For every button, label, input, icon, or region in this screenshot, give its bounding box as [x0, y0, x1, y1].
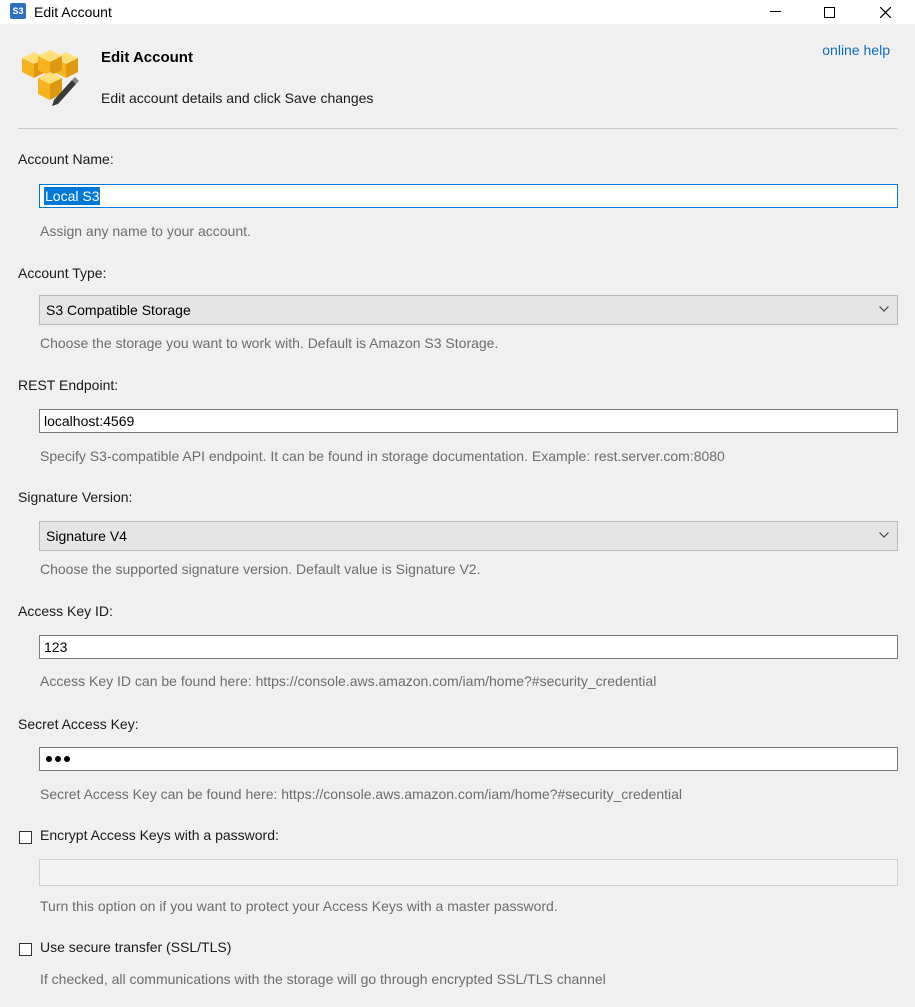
- rest-endpoint-input[interactable]: localhost:4569: [39, 409, 898, 433]
- account-name-value: Local S3: [44, 187, 101, 205]
- secret-key-input[interactable]: [39, 747, 898, 771]
- dialog-title: Edit Account: [101, 49, 193, 66]
- window-title: Edit Account: [34, 4, 112, 20]
- account-type-label: Account Type:: [18, 265, 107, 281]
- password-dot: [46, 756, 52, 762]
- close-icon: [879, 6, 891, 18]
- encrypt-hint: Turn this option on if you want to prote…: [40, 898, 558, 914]
- signature-version-label: Signature Version:: [18, 489, 133, 505]
- account-type-select[interactable]: S3 Compatible Storage: [39, 295, 898, 325]
- signature-version-select[interactable]: Signature V4: [39, 521, 898, 551]
- access-key-value: 123: [44, 639, 68, 655]
- secret-key-label: Secret Access Key:: [18, 716, 139, 732]
- account-type-value: S3 Compatible Storage: [46, 302, 191, 318]
- dialog-subtitle: Edit account details and click Save chan…: [101, 90, 374, 106]
- encrypt-label[interactable]: Encrypt Access Keys with a password:: [40, 827, 279, 843]
- rest-endpoint-label: REST Endpoint:: [18, 377, 119, 393]
- chevron-down-icon: [879, 532, 889, 538]
- app-icon: S3: [10, 3, 26, 19]
- account-type-hint: Choose the storage you want to work with…: [40, 335, 499, 351]
- account-name-input[interactable]: Local S3: [39, 184, 898, 208]
- rest-endpoint-value: localhost:4569: [44, 413, 135, 429]
- password-dot: [64, 756, 70, 762]
- password-mask: [44, 756, 70, 762]
- account-name-hint: Assign any name to your account.: [40, 223, 251, 239]
- signature-version-hint: Choose the supported signature version. …: [40, 561, 481, 577]
- ssl-label[interactable]: Use secure transfer (SSL/TLS): [40, 939, 231, 955]
- encrypt-checkbox[interactable]: [19, 831, 32, 844]
- ssl-hint: If checked, all communications with the …: [40, 971, 606, 987]
- minimize-button[interactable]: [752, 0, 798, 24]
- ssl-checkbox[interactable]: [19, 943, 32, 956]
- access-key-label: Access Key ID:: [18, 603, 113, 619]
- minimize-icon: [769, 11, 781, 12]
- secret-key-hint: Secret Access Key can be found here: htt…: [40, 786, 683, 802]
- rest-endpoint-hint: Specify S3-compatible API endpoint. It c…: [40, 448, 725, 464]
- password-dot: [55, 756, 61, 762]
- title-bar: S3 Edit Account: [0, 0, 915, 24]
- access-key-input[interactable]: 123: [39, 635, 898, 659]
- signature-version-value: Signature V4: [46, 528, 127, 544]
- account-name-label: Account Name:: [18, 151, 114, 167]
- master-password-input[interactable]: [39, 859, 898, 886]
- boxes-pencil-icon: [22, 50, 79, 106]
- online-help-link[interactable]: online help: [822, 42, 890, 58]
- maximize-button[interactable]: [806, 0, 852, 24]
- maximize-icon: [823, 6, 835, 18]
- chevron-down-icon: [879, 306, 889, 312]
- header-divider: [18, 128, 897, 129]
- close-button[interactable]: [862, 0, 908, 24]
- access-key-hint: Access Key ID can be found here: https:/…: [40, 673, 657, 689]
